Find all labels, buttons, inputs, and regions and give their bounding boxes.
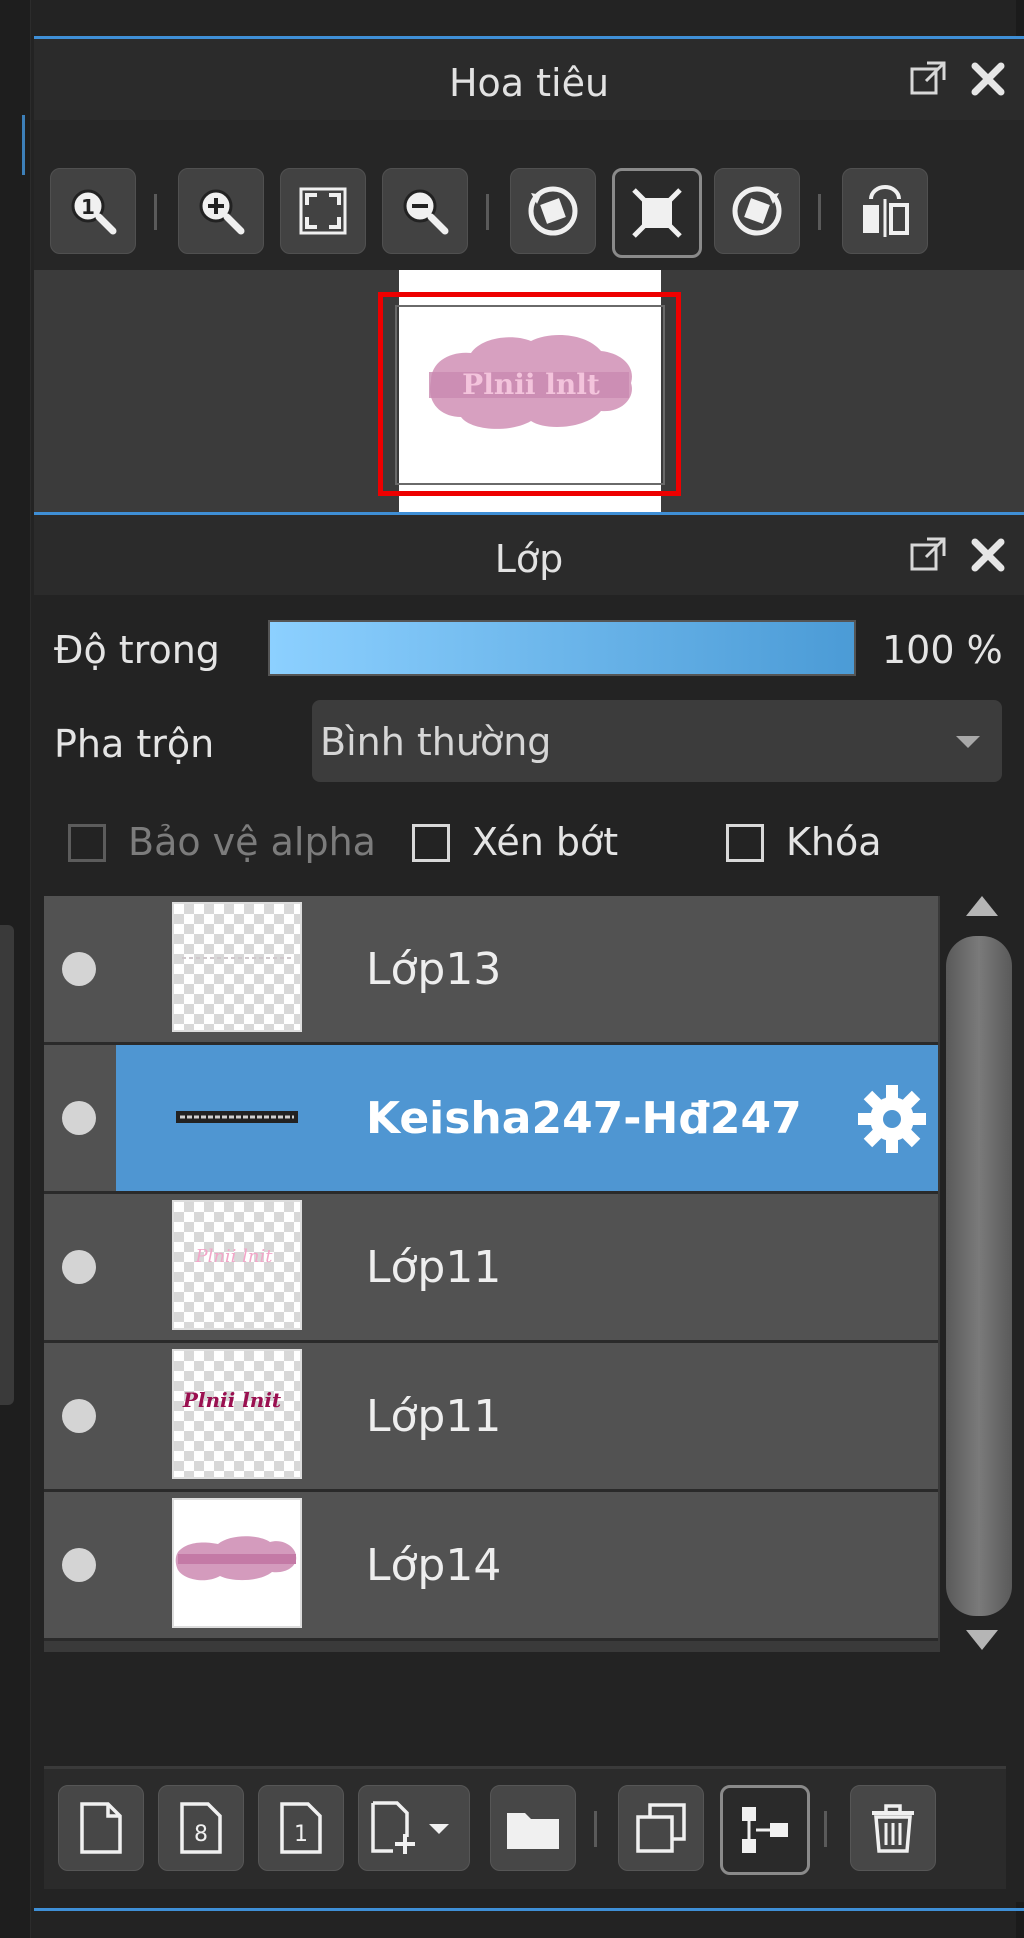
zoom-out-icon bbox=[403, 189, 449, 235]
opacity-label: Độ trong bbox=[54, 628, 220, 672]
add-layer-dropdown-icon bbox=[371, 1801, 449, 1854]
layer-name: Lớp11 bbox=[366, 1391, 502, 1442]
navigator-preview[interactable]: Plnii lnlt bbox=[34, 270, 1024, 534]
zoom-actual-size-icon: 1 bbox=[71, 189, 117, 235]
layer-thumbnail bbox=[172, 902, 302, 1032]
fit-screen-icon bbox=[299, 187, 347, 235]
visibility-toggle[interactable] bbox=[62, 952, 96, 986]
next-panel-accent bbox=[34, 1908, 1024, 1911]
toolbar-separator bbox=[594, 1811, 597, 1847]
new-layer-button[interactable] bbox=[58, 1785, 144, 1871]
layer-row[interactable]: Plnii lnit Lớp11 bbox=[44, 1343, 938, 1492]
folder-icon bbox=[507, 1813, 559, 1849]
svg-text:8: 8 bbox=[194, 1822, 208, 1847]
scroll-thumb[interactable] bbox=[946, 936, 1012, 1616]
layer-row[interactable]: Plnii lnit Lớp11 bbox=[44, 1194, 938, 1343]
toolbar-separator bbox=[154, 194, 157, 230]
flip-horizontal-button[interactable] bbox=[842, 168, 928, 254]
navigator-toolbar: 1 bbox=[34, 120, 1024, 270]
duplicate-layer-button[interactable] bbox=[618, 1785, 704, 1871]
svg-text:1: 1 bbox=[294, 1822, 308, 1847]
layers-header: Lớp bbox=[34, 512, 1024, 595]
svg-text:Plnii lnit: Plnii lnit bbox=[182, 1388, 282, 1412]
viewport-frame[interactable] bbox=[378, 292, 681, 496]
reset-view-icon bbox=[632, 188, 682, 238]
toolbar-separator bbox=[818, 194, 821, 230]
layers-title: Lớp bbox=[494, 537, 564, 581]
blend-label: Pha trộn bbox=[54, 722, 215, 766]
scroll-down-arrow-icon[interactable] bbox=[966, 1630, 998, 1650]
layer-row-selected[interactable]: Keisha247-Hđ247 bbox=[44, 1045, 938, 1194]
layer-name: Keisha247-Hđ247 bbox=[366, 1093, 802, 1144]
merge-layer-icon bbox=[742, 1807, 788, 1853]
layer-thumbnail bbox=[172, 1051, 302, 1181]
chevron-down-icon bbox=[956, 736, 980, 748]
zoom-actual-size-button[interactable]: 1 bbox=[50, 168, 136, 254]
navigator-title: Hoa tiêu bbox=[448, 61, 610, 105]
visibility-toggle[interactable] bbox=[62, 1548, 96, 1582]
blend-mode-select[interactable]: Bình thường bbox=[312, 700, 1002, 782]
visibility-toggle[interactable] bbox=[62, 1101, 96, 1135]
navigator-header: Hoa tiêu bbox=[34, 36, 1024, 123]
layer-actions-toolbar: 8 1 bbox=[44, 1766, 1006, 1889]
visibility-toggle[interactable] bbox=[62, 1399, 96, 1433]
fit-screen-button[interactable] bbox=[280, 168, 366, 254]
layer-thumbnail bbox=[172, 1498, 302, 1628]
svg-text:Plnii lnit: Plnii lnit bbox=[194, 1246, 273, 1267]
popout-icon[interactable] bbox=[906, 57, 950, 101]
left-accent-marker bbox=[22, 115, 25, 175]
new-page-icon bbox=[80, 1802, 122, 1854]
clipping-checkbox[interactable] bbox=[412, 824, 450, 862]
blend-mode-value: Bình thường bbox=[320, 720, 552, 764]
rotate-right-button[interactable] bbox=[714, 168, 800, 254]
lock-checkbox[interactable] bbox=[726, 824, 764, 862]
zoom-in-icon bbox=[199, 189, 245, 235]
left-side-strip bbox=[0, 0, 31, 1938]
navigator-panel: Hoa tiêu 1 Plnii lnlt bbox=[34, 36, 1024, 534]
layer-name: Lớp14 bbox=[366, 1540, 502, 1591]
left-scrollbar[interactable] bbox=[0, 925, 14, 1405]
delete-layer-button[interactable] bbox=[850, 1785, 936, 1871]
popout-icon[interactable] bbox=[906, 533, 950, 577]
viewport-inner-frame bbox=[395, 305, 665, 485]
close-icon[interactable] bbox=[966, 533, 1010, 577]
layer-row[interactable]: Lớp14 bbox=[44, 1492, 938, 1641]
toolbar-separator bbox=[486, 194, 489, 230]
layer-thumbnail: Plnii lnit bbox=[172, 1349, 302, 1479]
opacity-value: 100 % bbox=[882, 628, 1003, 672]
1bit-layer-icon: 1 bbox=[280, 1802, 322, 1854]
gear-icon[interactable] bbox=[854, 1081, 930, 1157]
layer-row[interactable]: Lớp13 bbox=[44, 896, 938, 1045]
close-icon[interactable] bbox=[966, 57, 1010, 101]
trash-icon bbox=[872, 1804, 914, 1853]
add-layer-menu-button[interactable] bbox=[358, 1785, 470, 1871]
merge-down-button[interactable] bbox=[720, 1785, 810, 1875]
rotate-left-button[interactable] bbox=[510, 168, 596, 254]
layer-name: Lớp13 bbox=[366, 944, 502, 995]
new-1bit-layer-button[interactable]: 1 bbox=[258, 1785, 344, 1871]
zoom-out-button[interactable] bbox=[382, 168, 468, 254]
zoom-in-button[interactable] bbox=[178, 168, 264, 254]
duplicate-icon bbox=[636, 1803, 686, 1853]
layer-list: Lớp13 Keisha247-Hđ247 Plnii lnit Lớp11 P… bbox=[44, 896, 940, 1652]
layer-list-scrollbar[interactable] bbox=[944, 896, 1014, 1652]
opacity-slider[interactable] bbox=[268, 620, 856, 676]
scroll-up-arrow-icon[interactable] bbox=[966, 896, 998, 916]
rotate-left-icon bbox=[528, 186, 578, 236]
new-folder-button[interactable] bbox=[490, 1785, 576, 1871]
rotate-right-icon bbox=[732, 186, 782, 236]
8bit-layer-icon: 8 bbox=[180, 1802, 222, 1854]
layer-name: Lớp11 bbox=[366, 1242, 502, 1293]
flip-horizontal-icon bbox=[863, 185, 909, 237]
protect-alpha-checkbox[interactable] bbox=[68, 824, 106, 862]
toolbar-separator bbox=[824, 1811, 827, 1847]
lock-label: Khóa bbox=[786, 820, 882, 864]
reset-view-button[interactable] bbox=[612, 168, 702, 258]
visibility-toggle[interactable] bbox=[62, 1250, 96, 1284]
svg-text:1: 1 bbox=[81, 195, 95, 219]
clipping-label: Xén bớt bbox=[472, 820, 619, 864]
protect-alpha-label: Bảo vệ alpha bbox=[128, 820, 376, 864]
layer-thumbnail: Plnii lnit bbox=[172, 1200, 302, 1330]
new-8bit-layer-button[interactable]: 8 bbox=[158, 1785, 244, 1871]
